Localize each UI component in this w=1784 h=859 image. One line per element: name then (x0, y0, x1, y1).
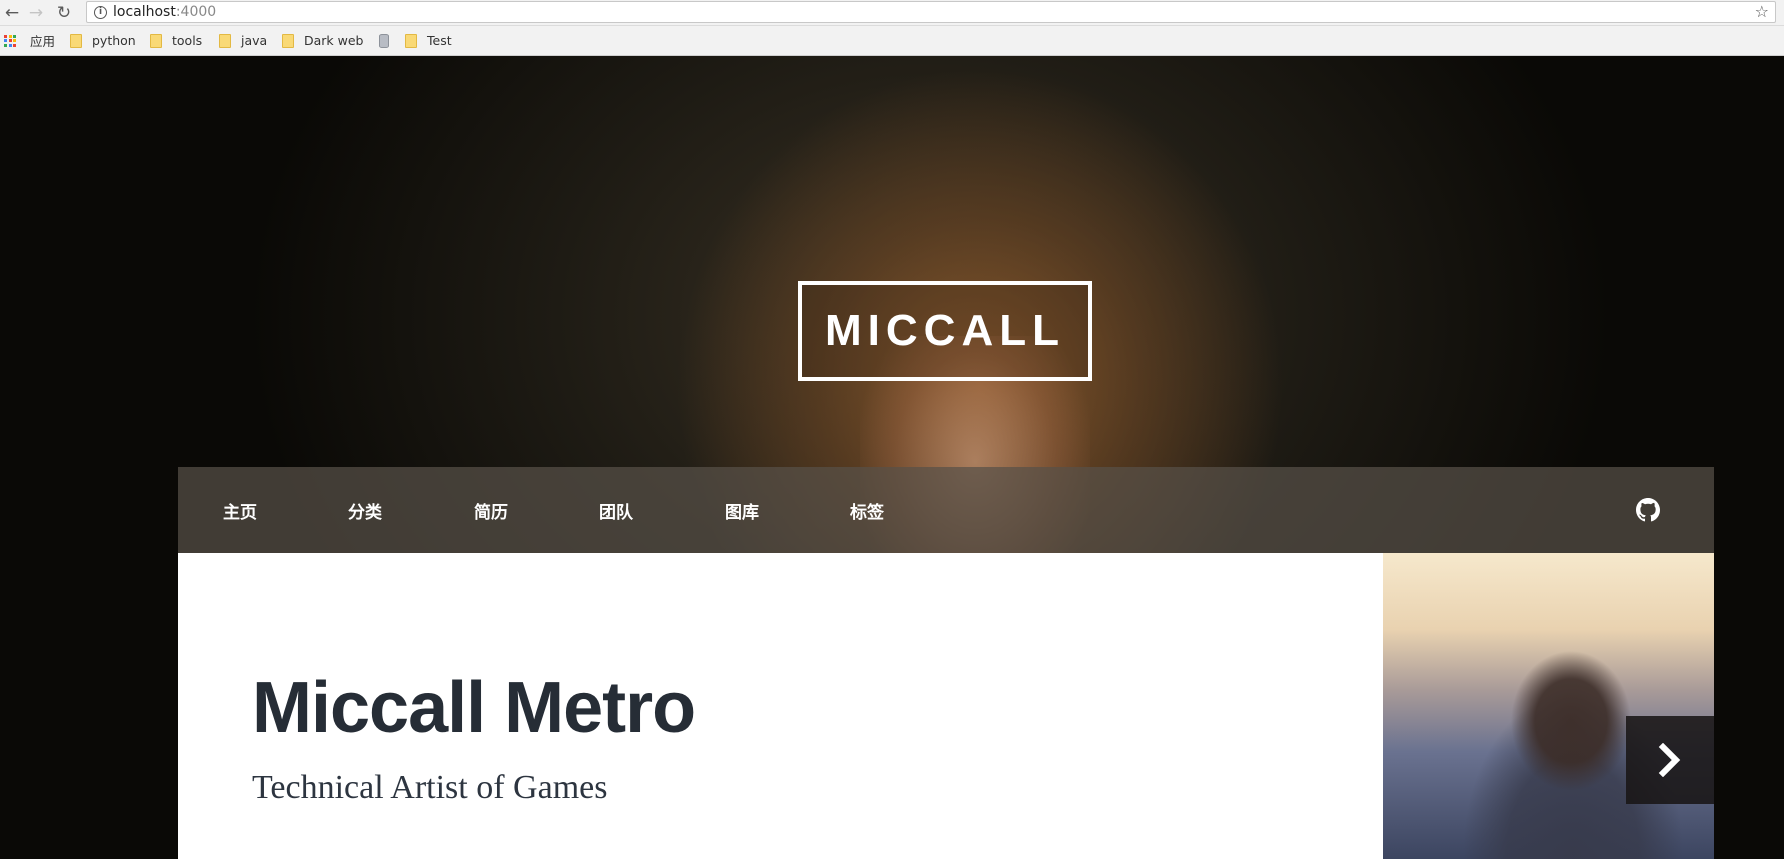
nav-gallery[interactable]: 图库 (725, 467, 759, 553)
bookmark-apps[interactable]: 应用 (4, 26, 55, 55)
url-port: :4000 (175, 4, 217, 20)
browser-toolbar: ← → ↻ i localhost:4000 ☆ (0, 0, 1784, 26)
folder-icon (405, 33, 417, 48)
hero-title: Miccall Metro (252, 668, 696, 748)
bookmark-label: Dark web (304, 33, 364, 48)
bookmark-test[interactable]: Test (405, 26, 452, 55)
nav-home[interactable]: 主页 (223, 467, 257, 553)
bookmark-label: 应用 (30, 34, 56, 49)
folder-icon (70, 33, 82, 48)
hero-card: Miccall Metro Technical Artist of Games (178, 553, 1714, 859)
site-logo[interactable]: MICCALL (798, 281, 1092, 381)
folder-icon (282, 33, 294, 48)
folder-icon (219, 33, 231, 48)
github-icon[interactable] (1636, 498, 1660, 522)
bookmark-label: tools (172, 33, 203, 48)
bookmarks-bar: 应用 python tools java Dark web Test (0, 26, 1784, 56)
nav-categories[interactable]: 分类 (348, 467, 382, 553)
url-host: localhost (113, 4, 176, 20)
bookmark-java[interactable]: java (219, 26, 267, 55)
reload-icon[interactable]: ↻ (54, 3, 74, 23)
nav-tags[interactable]: 标签 (850, 467, 884, 553)
back-arrow-icon[interactable]: ← (2, 3, 22, 23)
bookmark-label: Test (427, 33, 452, 48)
hero-photo (1383, 553, 1714, 859)
page-viewport: MICCALL 主页 分类 简历 团队 图库 标签 Miccall Metro … (0, 56, 1784, 859)
bookmark-database[interactable] (379, 26, 389, 55)
next-slide-button[interactable] (1626, 716, 1714, 804)
forward-arrow-icon[interactable]: → (26, 3, 46, 23)
apps-grid-icon (4, 34, 16, 47)
nav-team[interactable]: 团队 (599, 467, 633, 553)
logo-text: MICCALL (825, 306, 1065, 355)
address-bar[interactable]: i localhost:4000 ☆ (86, 1, 1776, 23)
chevron-right-icon (1658, 743, 1681, 777)
bookmark-label: java (241, 33, 268, 48)
bookmark-python[interactable]: python (70, 26, 136, 55)
info-icon[interactable]: i (94, 6, 107, 19)
hero-subtitle: Technical Artist of Games (252, 769, 608, 806)
url-text[interactable]: localhost:4000 (113, 4, 216, 20)
nav-resume[interactable]: 简历 (474, 467, 508, 553)
main-navbar: 主页 分类 简历 团队 图库 标签 (178, 467, 1714, 553)
bookmark-tools[interactable]: tools (150, 26, 202, 55)
bookmark-star-icon[interactable]: ☆ (1755, 2, 1769, 22)
bookmark-label: python (92, 33, 136, 48)
database-icon (379, 33, 389, 48)
folder-icon (150, 33, 162, 48)
bookmark-dark-web[interactable]: Dark web (282, 26, 364, 55)
